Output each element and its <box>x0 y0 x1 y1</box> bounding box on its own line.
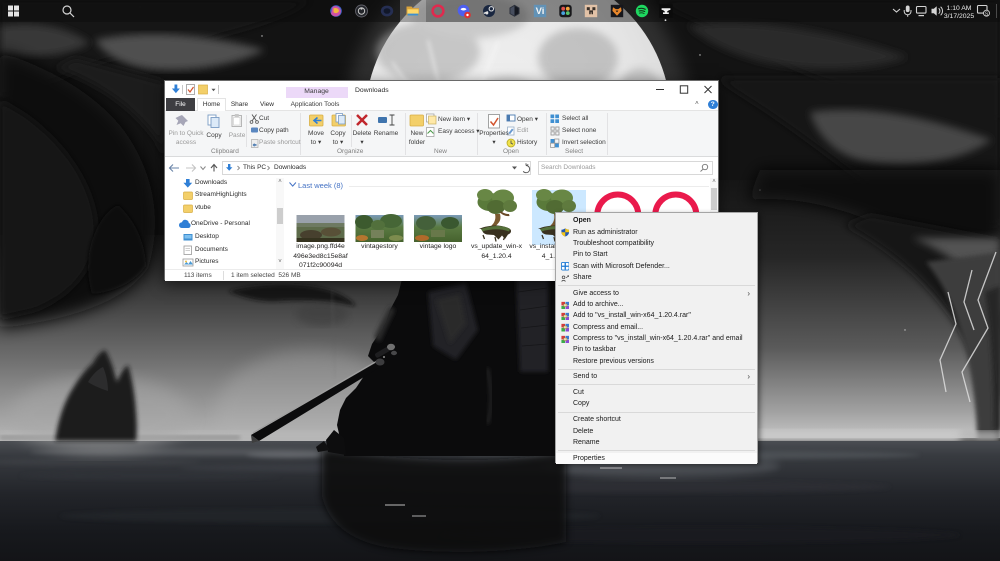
svg-text:S: S <box>985 11 989 17</box>
svg-text:3/17/2025: 3/17/2025 <box>944 13 974 20</box>
svg-text:1:10 AM: 1:10 AM <box>947 5 972 12</box>
svg-text:Vi: Vi <box>536 6 545 17</box>
